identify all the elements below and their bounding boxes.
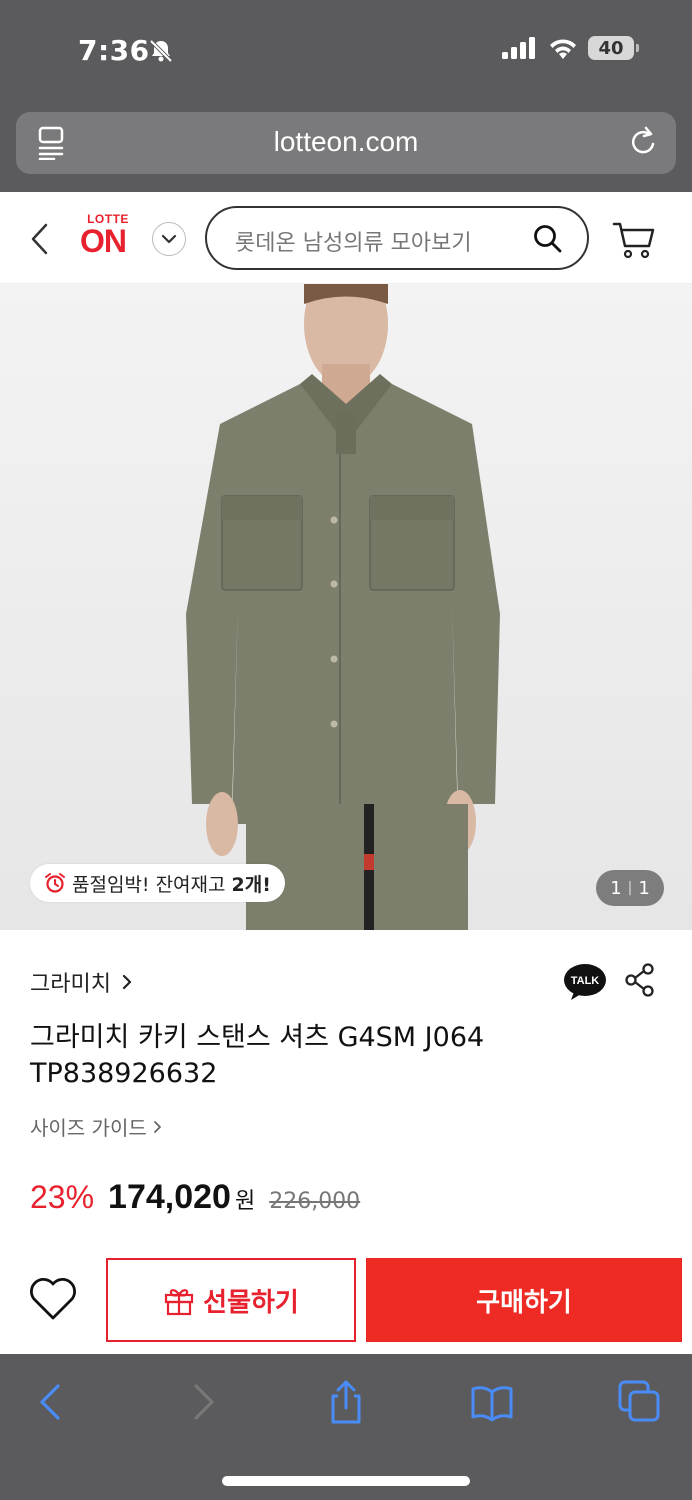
signal-icon	[502, 37, 535, 59]
url-bar[interactable]: lotteon.com	[16, 112, 676, 174]
status-time: 7:36	[78, 34, 150, 67]
image-counter-current: 1	[610, 877, 622, 899]
search-input[interactable]: 롯데온 남성의류 모아보기	[205, 206, 589, 270]
share-sheet-icon[interactable]	[324, 1380, 368, 1424]
chevron-right-icon	[122, 974, 132, 990]
brand-name: 그라미치	[30, 972, 111, 997]
gift-button[interactable]: 선물하기	[106, 1258, 356, 1342]
currency-unit: 원	[234, 1189, 256, 1214]
gift-button-label: 선물하기	[203, 1287, 299, 1318]
browser-chrome-top: 7:36 40 lotteon.com	[0, 0, 692, 192]
wishlist-heart-icon[interactable]	[28, 1276, 78, 1322]
lotteon-logo[interactable]: LOTTE ON	[80, 212, 136, 259]
chevron-down-icon	[161, 234, 177, 244]
original-price: 226,000	[269, 1189, 361, 1214]
battery-indicator: 40	[588, 36, 639, 60]
chevron-right-icon	[153, 1120, 161, 1133]
discount-rate: 23%	[30, 1179, 95, 1215]
bookmarks-icon[interactable]	[470, 1380, 514, 1424]
svg-text:TALK: TALK	[571, 975, 600, 987]
stock-warning-badge: 품절임박! 잔여재고 2개!	[30, 864, 285, 902]
alarm-clock-icon	[45, 873, 65, 893]
size-guide-link[interactable]: 사이즈 가이드	[30, 1112, 163, 1141]
buy-button-label: 구매하기	[476, 1287, 572, 1318]
product-image[interactable]: 품절임박! 잔여재고 2개! 1 | 1	[0, 284, 692, 930]
kakao-talk-icon[interactable]: TALK	[562, 962, 608, 1002]
status-right: 40	[502, 36, 639, 60]
product-title: 그라미치 카키 스탠스 셔츠 G4SM J064 TP838926632	[30, 1022, 485, 1089]
site-header: LOTTE ON 롯데온 남성의류 모아보기	[0, 192, 692, 284]
product-photo	[186, 284, 500, 930]
image-counter: 1 | 1	[596, 870, 664, 906]
share-icon[interactable]	[624, 962, 656, 998]
search-icon[interactable]	[533, 224, 563, 254]
size-guide-label: 사이즈 가이드	[30, 1116, 147, 1140]
cart-icon[interactable]	[612, 220, 656, 260]
image-counter-total: 1	[638, 877, 650, 899]
tabs-icon[interactable]	[618, 1380, 662, 1424]
back-arrow-icon[interactable]	[30, 1380, 74, 1424]
search-placeholder: 롯데온 남성의류 모아보기	[235, 231, 472, 256]
price-row: 23% 174,020 원 226,000	[30, 1178, 360, 1217]
logo-main-text: ON	[80, 223, 127, 259]
brand-link[interactable]: 그라미치	[30, 966, 133, 998]
url-text[interactable]: lotteon.com	[16, 126, 676, 158]
wifi-icon	[550, 39, 576, 59]
reload-icon[interactable]	[626, 124, 660, 160]
silent-bell-icon	[149, 39, 173, 63]
stock-count: 2개!	[231, 873, 271, 896]
home-indicator	[222, 1476, 470, 1486]
back-chevron-icon[interactable]	[28, 222, 52, 256]
stock-warning-text: 품절임박! 잔여재고	[72, 873, 226, 896]
gift-icon	[165, 1289, 194, 1316]
forward-arrow-icon[interactable]	[180, 1380, 224, 1424]
image-counter-separator: |	[627, 880, 633, 896]
sale-price: 174,020	[108, 1178, 231, 1216]
logo-dropdown-button[interactable]	[152, 222, 186, 256]
buy-button[interactable]: 구매하기	[366, 1258, 682, 1342]
